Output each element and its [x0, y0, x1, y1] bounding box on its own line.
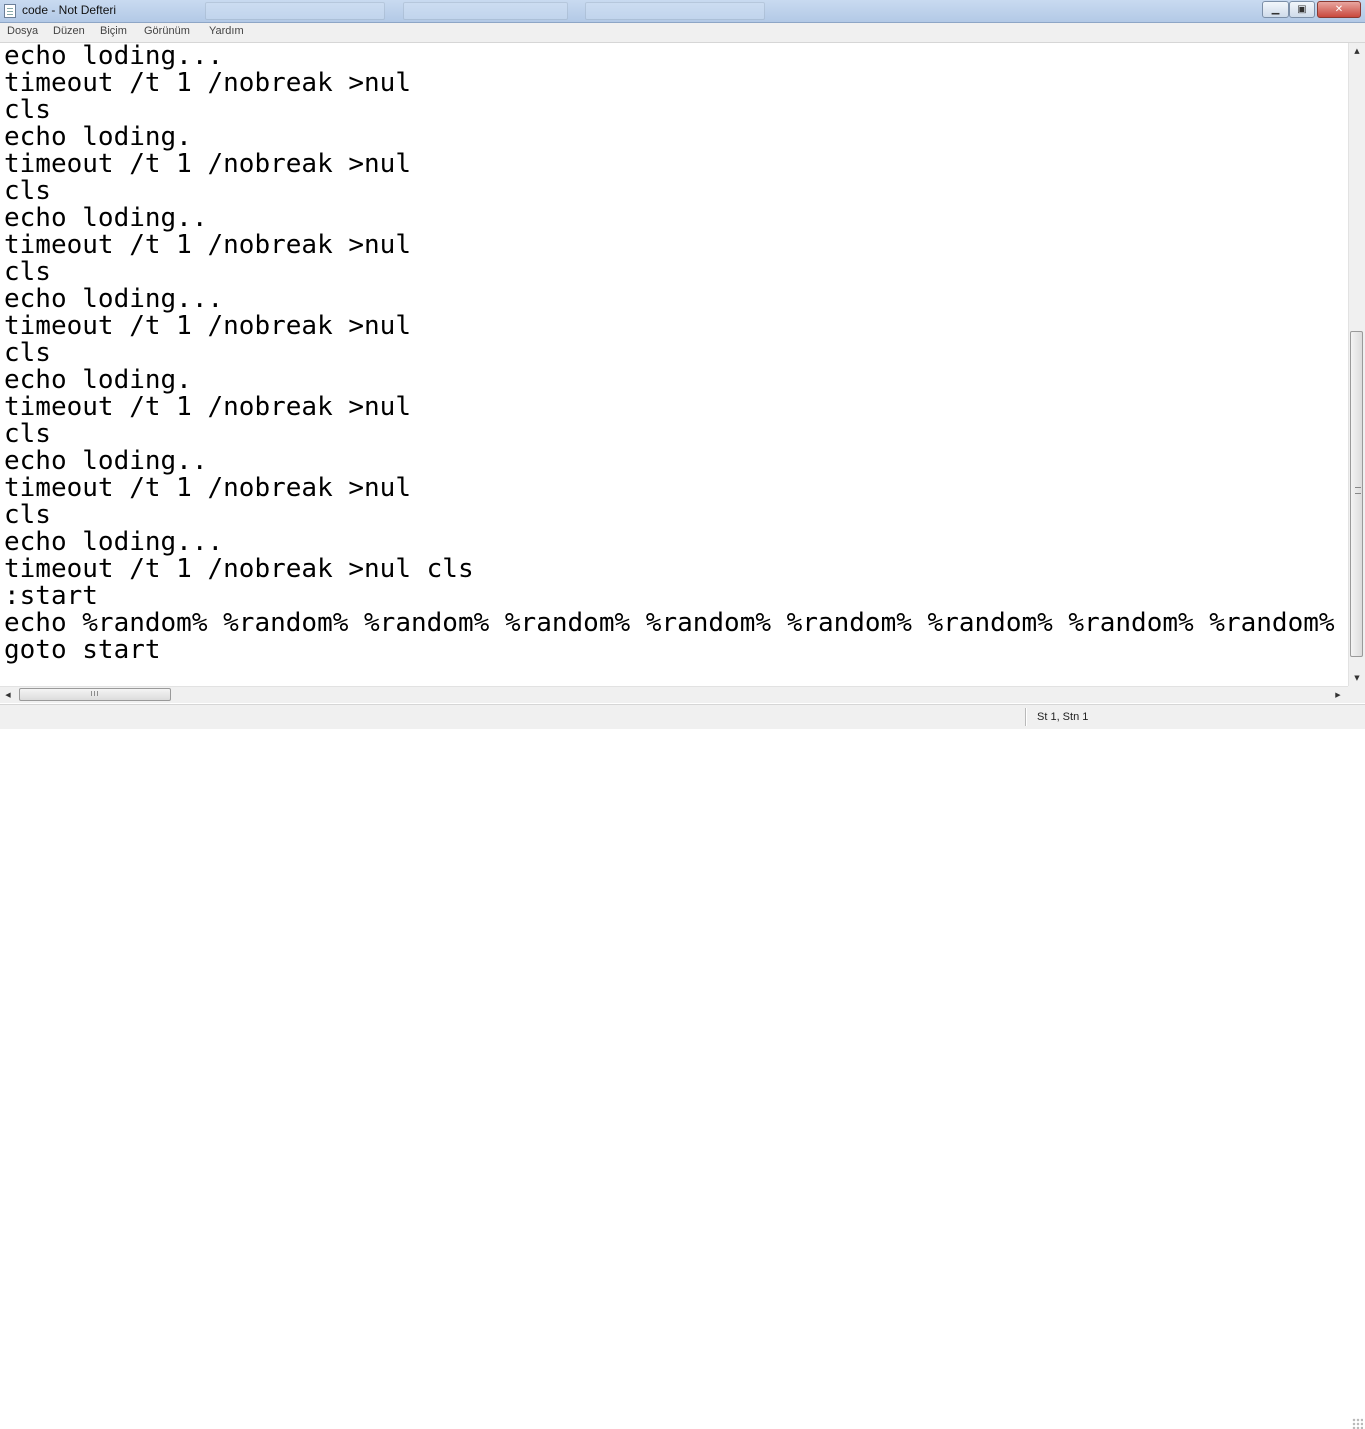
code-line: timeout /t 1 /nobreak >nul: [4, 68, 411, 98]
code-line: cls: [4, 419, 51, 449]
code-line: cls: [4, 95, 51, 125]
code-line: goto start: [4, 635, 161, 665]
title-bar[interactable]: code - Not Defteri ▁ ▣ ✕: [0, 0, 1365, 23]
resize-grip-icon[interactable]: [1352, 1418, 1363, 1429]
minimize-button[interactable]: ▁: [1262, 1, 1289, 18]
scrollbar-corner: [1348, 686, 1365, 703]
code-line: timeout /t 1 /nobreak >nul: [4, 230, 411, 260]
cursor-position: St 1, Stn 1: [1037, 711, 1089, 723]
menu-help[interactable]: Yardım: [209, 25, 244, 37]
menu-bar: Dosya Düzen Biçim Görünüm Yardım: [0, 23, 1365, 43]
code-line: timeout /t 1 /nobreak >nul: [4, 392, 411, 422]
text-editor[interactable]: echo loding... timeout /t 1 /nobreak >nul…: [0, 43, 1348, 686]
background-taskbar-tabs: [205, 2, 765, 20]
menu-edit[interactable]: Düzen: [53, 25, 85, 37]
code-line: echo loding.: [4, 122, 192, 152]
code-line: timeout /t 1 /nobreak >nul: [4, 473, 411, 503]
code-line: timeout /t 1 /nobreak >nul: [4, 311, 411, 341]
menu-file[interactable]: Dosya: [7, 25, 38, 37]
code-line: :start: [4, 581, 98, 611]
vertical-scroll-thumb[interactable]: [1350, 331, 1363, 657]
scroll-up-icon[interactable]: ▲: [1349, 43, 1365, 59]
code-line: echo loding.: [4, 365, 192, 395]
horizontal-scroll-thumb[interactable]: III: [19, 688, 171, 701]
code-line: echo loding...: [4, 284, 224, 314]
menu-format[interactable]: Biçim: [100, 25, 127, 37]
code-line: timeout /t 1 /nobreak >nul cls: [4, 554, 474, 584]
vertical-thumb-grip-icon: [1355, 487, 1361, 494]
scroll-left-icon[interactable]: ◀: [0, 687, 16, 703]
close-button[interactable]: ✕: [1317, 1, 1361, 18]
scroll-down-icon[interactable]: ▼: [1349, 670, 1365, 686]
maximize-button[interactable]: ▣: [1289, 1, 1315, 18]
status-divider: [1025, 708, 1026, 726]
code-line: echo loding..: [4, 203, 208, 233]
horizontal-scrollbar[interactable]: ◀ III ▶: [0, 686, 1348, 703]
background-tab: [205, 2, 385, 20]
code-line: cls: [4, 500, 51, 530]
background-tab: [403, 2, 568, 20]
code-line: timeout /t 1 /nobreak >nul: [4, 149, 411, 179]
editor-content[interactable]: echo loding... timeout /t 1 /nobreak >nul…: [4, 43, 1335, 664]
code-line: echo loding...: [4, 43, 224, 71]
code-line: echo loding..: [4, 446, 208, 476]
status-bar: St 1, Stn 1: [0, 704, 1365, 1429]
code-line: cls: [4, 338, 51, 368]
window-title: code - Not Defteri: [22, 3, 117, 17]
vertical-scrollbar[interactable]: ▲ ▼: [1348, 43, 1365, 686]
code-line: cls: [4, 176, 51, 206]
code-line: echo loding...: [4, 527, 224, 557]
scroll-right-icon[interactable]: ▶: [1330, 687, 1346, 703]
background-tab: [585, 2, 765, 20]
code-line: echo %random% %random% %random% %random%…: [4, 608, 1335, 638]
code-line: cls: [4, 257, 51, 287]
menu-view[interactable]: Görünüm: [144, 25, 190, 37]
notepad-icon[interactable]: [4, 4, 16, 18]
